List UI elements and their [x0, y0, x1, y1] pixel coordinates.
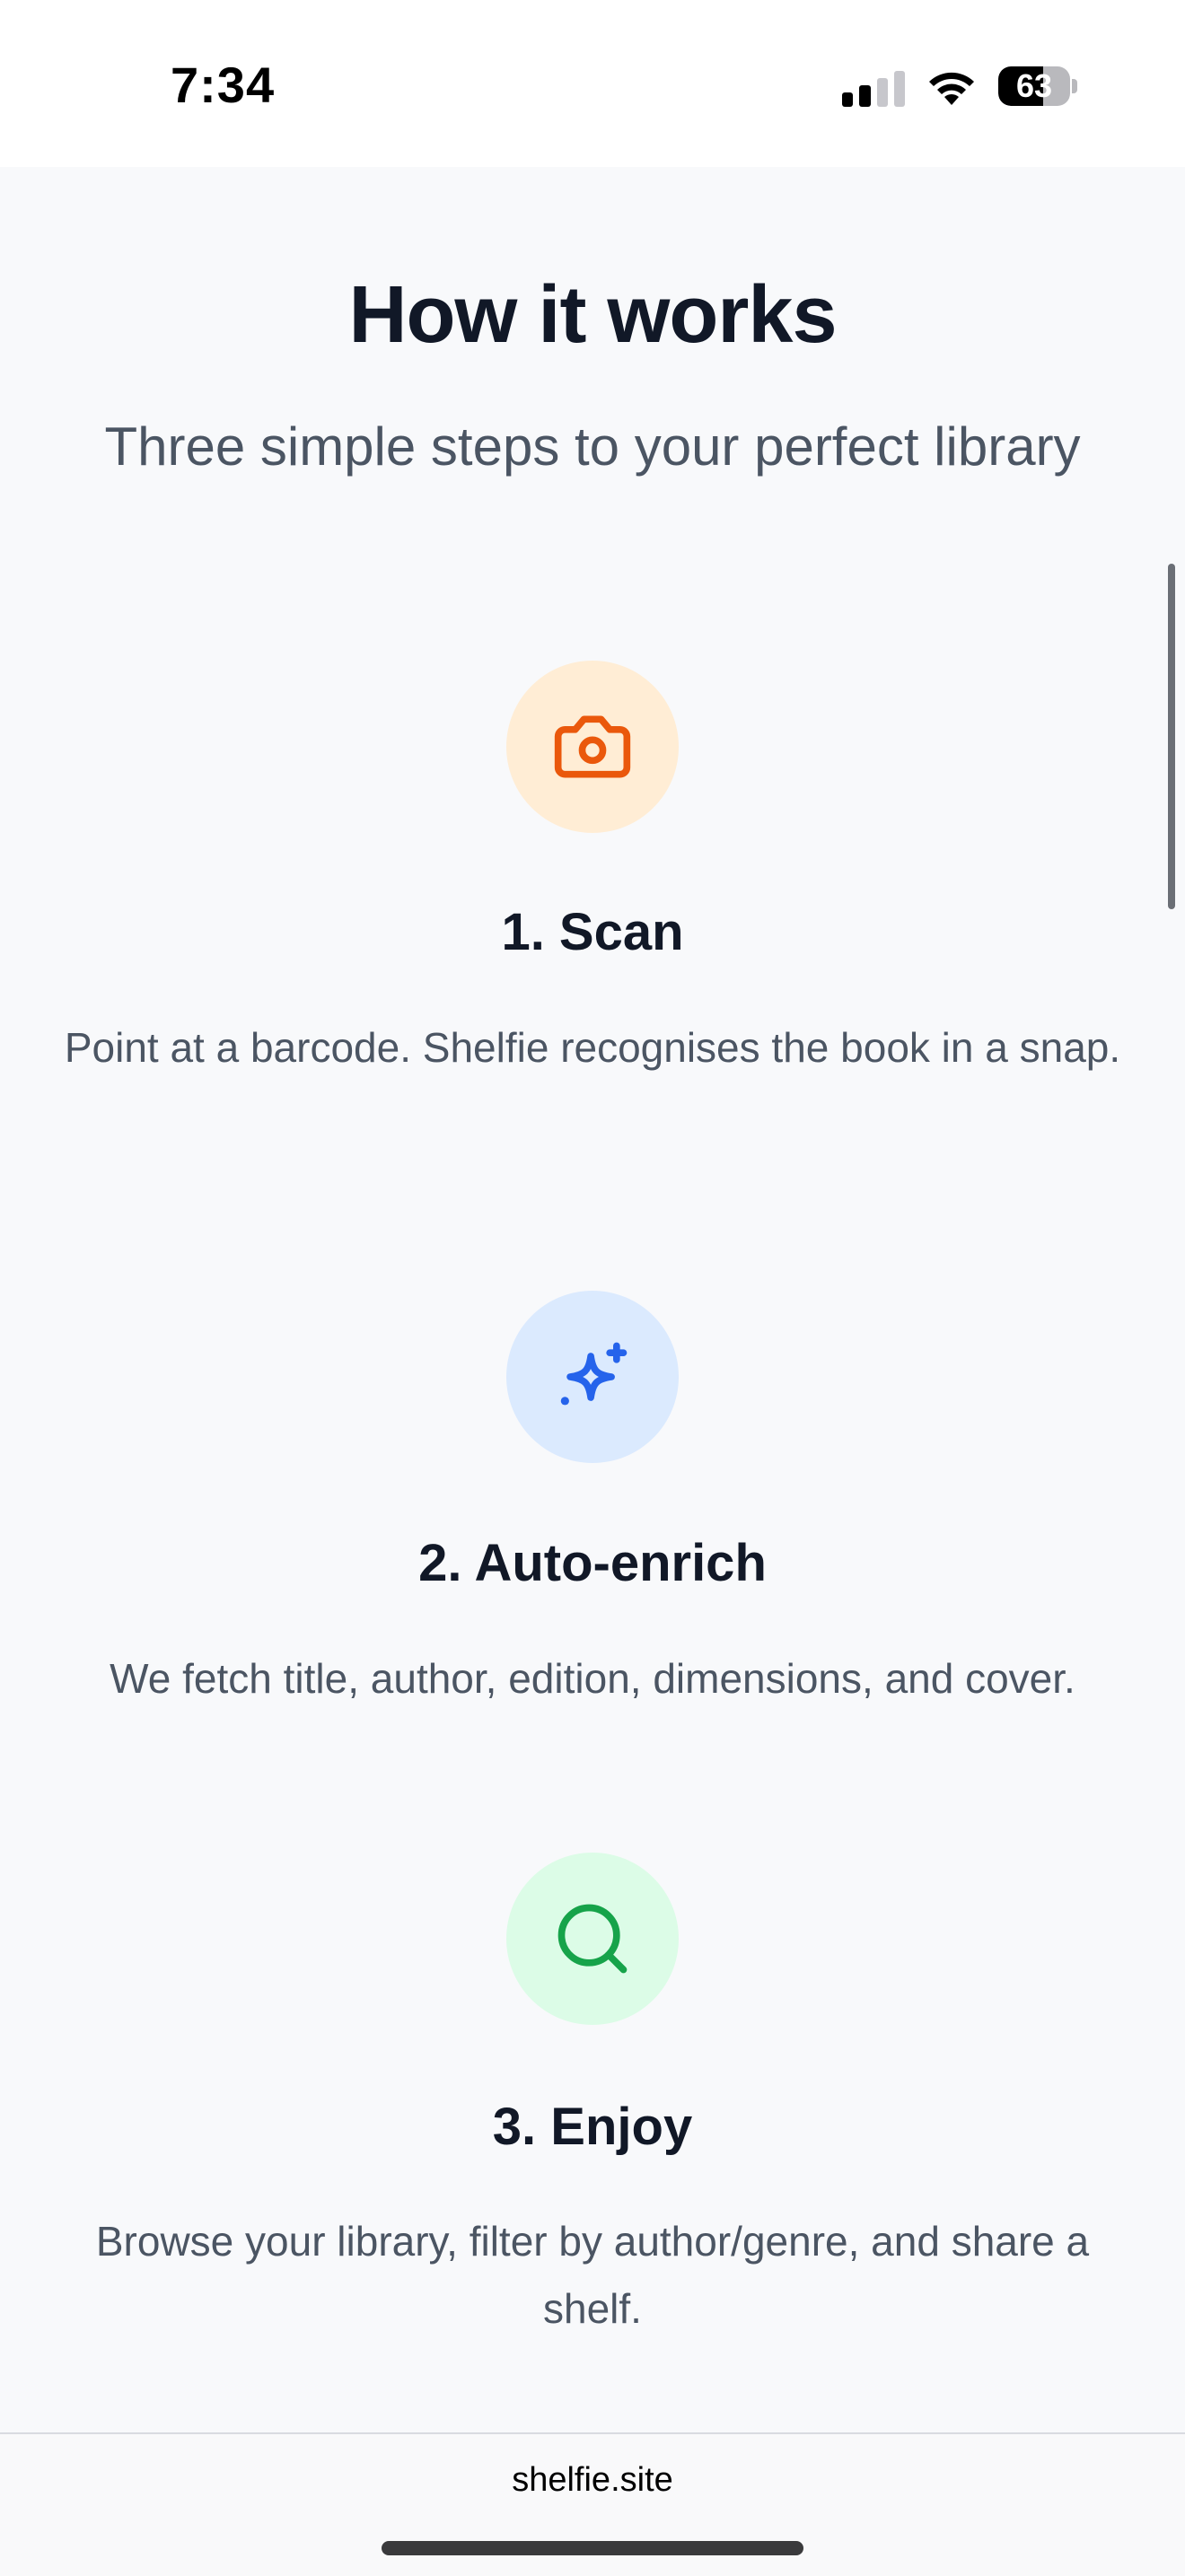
- step-title: 3. Enjoy: [492, 2098, 693, 2156]
- battery-icon: 63: [998, 66, 1077, 106]
- step-scan-icon-circle: [506, 661, 679, 833]
- page-subtitle: Three simple steps to your perfect libra…: [104, 416, 1081, 477]
- step-description: We fetch title, author, edition, dimensi…: [110, 1655, 1075, 1702]
- battery-level: 63: [1015, 67, 1053, 104]
- step-description: Browse your library, filter by author/ge…: [95, 2218, 1090, 2332]
- step-enjoy-icon-circle: [506, 1853, 679, 2025]
- step-enrich-icon-circle: [506, 1291, 679, 1463]
- wifi-icon: [929, 72, 974, 105]
- camera-icon: [554, 715, 631, 778]
- page-title: How it works: [348, 270, 837, 360]
- step-description: Point at a barcode. Shelfie recognises t…: [64, 1024, 1121, 1071]
- sparkles-icon: [560, 1342, 628, 1406]
- step-title: 2. Auto-enrich: [418, 1534, 767, 1592]
- url-text[interactable]: shelfie.site: [0, 2461, 1185, 2500]
- status-time: 7:34: [171, 57, 276, 113]
- home-indicator[interactable]: [382, 2541, 803, 2555]
- status-icons: 63: [842, 63, 1077, 110]
- cellular-signal-icon: [842, 66, 905, 107]
- status-bar: 7:34 63: [0, 0, 1185, 167]
- step-title: 1. Scan: [501, 903, 684, 961]
- search-icon: [557, 1904, 628, 1974]
- scrollbar[interactable]: [1168, 564, 1175, 909]
- browser-address-bar[interactable]: shelfie.site: [0, 2432, 1185, 2576]
